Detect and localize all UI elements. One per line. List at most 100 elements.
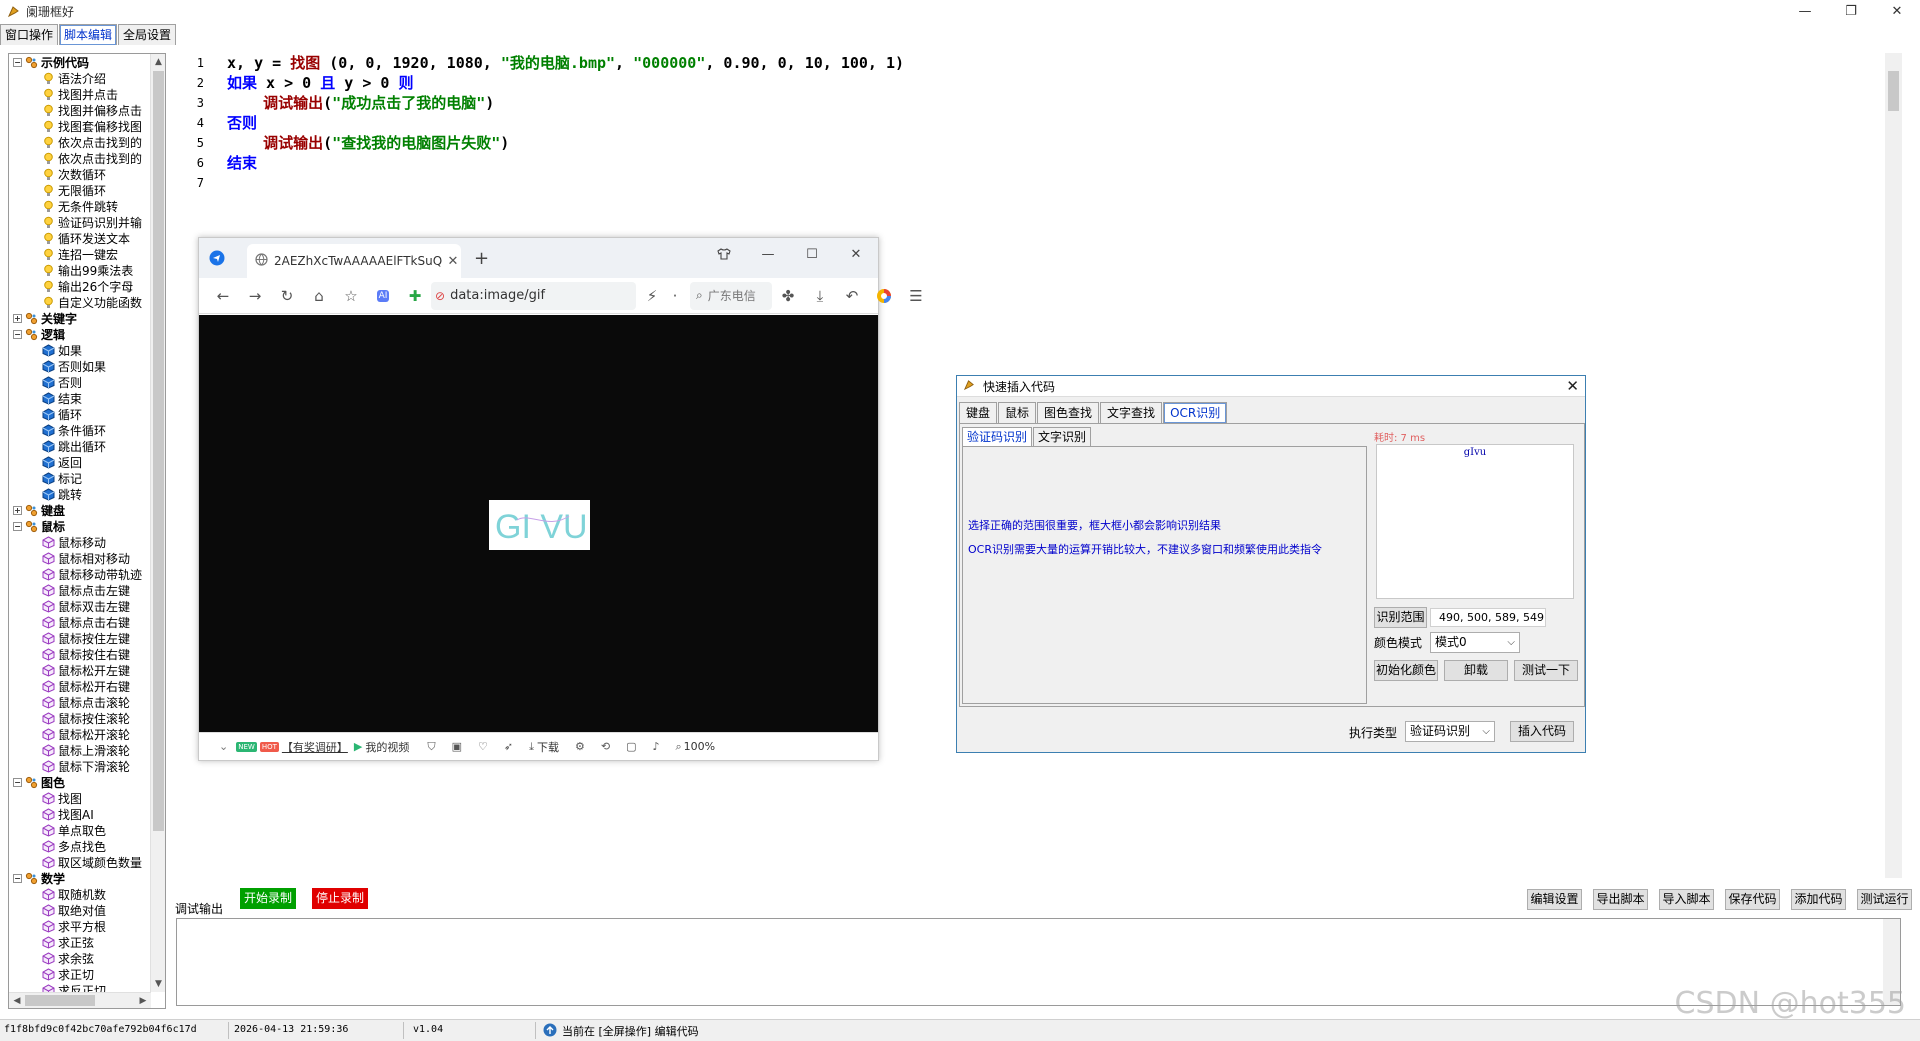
code-line[interactable]: 调试输出("查找我的电脑图片失败") (227, 133, 1877, 153)
tree-item[interactable]: 鼠标按住左键 (9, 630, 151, 646)
bolt-icon[interactable]: ⚡ (636, 282, 668, 310)
tree-category[interactable]: − 逻辑 (9, 326, 151, 342)
tree-vertical-scrollbar[interactable]: ▲ ▼ (150, 54, 165, 992)
unload-button[interactable]: 卸载 (1444, 660, 1508, 681)
collapse-icon[interactable]: − (13, 329, 22, 339)
tree-item[interactable]: 鼠标双击左键 (9, 598, 151, 614)
subtab-text-recognition[interactable]: 文字识别 (1033, 427, 1092, 446)
tab-text-search[interactable]: 文字查找 (1100, 402, 1163, 423)
tree-item[interactable]: 找图 (9, 790, 151, 806)
code-line[interactable] (227, 173, 1877, 193)
tree-item[interactable]: 鼠标点击滚轮 (9, 694, 151, 710)
expand-icon[interactable]: + (13, 313, 22, 323)
browser-shirt-icon[interactable] (702, 238, 746, 270)
tree-item[interactable]: 找图套偏移找图 (9, 118, 151, 134)
export-script-button[interactable]: 导出脚本 (1593, 889, 1648, 910)
tree-item[interactable]: 鼠标松开滚轮 (9, 726, 151, 742)
tab-global-settings[interactable]: 全局设置 (118, 24, 177, 45)
code-line[interactable]: 否则 (227, 113, 1877, 133)
tree-horizontal-scrollbar[interactable]: ◀ ▶ (9, 992, 151, 1008)
chevron-down-icon[interactable]: ⌄ (219, 740, 228, 753)
tree-category[interactable]: − 数学 (9, 870, 151, 886)
tree-hscroll-thumb[interactable] (25, 995, 95, 1006)
tree-item[interactable]: 找图AI (9, 806, 151, 822)
maximize-button[interactable]: ❐ (1828, 0, 1874, 22)
shield-plus-icon[interactable]: ✚ (399, 282, 431, 310)
tree-item[interactable]: 求反正切 (9, 982, 151, 992)
reload-icon[interactable]: ↻ (271, 282, 303, 310)
tree-item[interactable]: 求正切 (9, 966, 151, 982)
tree-item[interactable]: 鼠标下滑滚轮 (9, 758, 151, 774)
tree-category[interactable]: − 示例代码 (9, 54, 151, 70)
code-line[interactable]: 结束 (227, 153, 1877, 173)
tree-item[interactable]: 取随机数 (9, 886, 151, 902)
tree-item[interactable]: 循环发送文本 (9, 230, 151, 246)
tab-mouse[interactable]: 鼠标 (998, 402, 1037, 423)
search-box[interactable]: ⌕ 广东电信 (690, 281, 772, 310)
tree-item[interactable]: 标记 (9, 470, 151, 486)
tree-item[interactable]: 跳转 (9, 486, 151, 502)
home-icon[interactable]: ⌂ (303, 282, 335, 310)
tree-item[interactable]: 验证码识别并输 (9, 214, 151, 230)
window-icon[interactable]: ▢ (626, 740, 636, 753)
tree-item[interactable]: 鼠标松开右键 (9, 678, 151, 694)
start-record-button[interactable]: 开始录制 (240, 888, 296, 909)
subtab-captcha[interactable]: 验证码识别 (962, 427, 1033, 446)
tree-item[interactable]: 循环 (9, 406, 151, 422)
tree-item[interactable]: 鼠标移动带轨迹 (9, 566, 151, 582)
tree-item[interactable]: 鼠标相对移动 (9, 550, 151, 566)
tree-category[interactable]: + 键盘 (9, 502, 151, 518)
tree-item[interactable]: 取区域颜色数量 (9, 854, 151, 870)
tree-item[interactable]: 输出99乘法表 (9, 262, 151, 278)
tree-item[interactable]: 条件循环 (9, 422, 151, 438)
tree-item[interactable]: 求余弦 (9, 950, 151, 966)
tree-item[interactable]: 求正弦 (9, 934, 151, 950)
tree-item[interactable]: 否则如果 (9, 358, 151, 374)
init-color-button[interactable]: 初始化颜色 (1374, 660, 1438, 681)
tree-item[interactable]: 找图并点击 (9, 86, 151, 102)
safe-shield-icon[interactable]: ⛉ (427, 740, 435, 754)
browser-close-button[interactable]: ✕ (834, 238, 878, 270)
stop-record-button[interactable]: 停止录制 (312, 888, 368, 909)
heart-icon[interactable]: ♡ (478, 740, 488, 753)
tree-item[interactable]: 如果 (9, 342, 151, 358)
browser-color-logo-icon[interactable] (868, 282, 900, 310)
favorites-icon[interactable]: ☆ (335, 282, 367, 310)
tab-image-color-search[interactable]: 图色查找 (1037, 402, 1100, 423)
tree-item[interactable]: 鼠标点击左键 (9, 582, 151, 598)
tree-item[interactable]: 语法介绍 (9, 70, 151, 86)
code-line[interactable]: 调试输出("成功点击了我的电脑") (227, 93, 1877, 113)
tab-close-icon[interactable]: ✕ (445, 254, 461, 269)
tree-item[interactable]: 鼠标上滑滚轮 (9, 742, 151, 758)
tab-ocr[interactable]: OCR识别 (1163, 402, 1228, 423)
tree-item[interactable]: 无限循环 (9, 182, 151, 198)
tree-item[interactable]: 鼠标按住滚轮 (9, 710, 151, 726)
tree-category[interactable]: − 鼠标 (9, 518, 151, 534)
download-link[interactable]: 下载 (537, 739, 559, 755)
tree-item[interactable]: 结束 (9, 390, 151, 406)
sync-icon[interactable]: ⟲ (601, 740, 610, 753)
my-video-link[interactable]: 我的视频 (365, 739, 409, 755)
browser-maximize-button[interactable]: ☐ (790, 238, 834, 270)
scroll-right-icon[interactable]: ▶ (135, 993, 151, 1008)
address-bar[interactable]: ⊘ data:image/gif (431, 281, 636, 310)
tree-item[interactable]: 自定义功能函数 (9, 294, 151, 310)
scroll-down-icon[interactable]: ▼ (151, 976, 165, 992)
test-run-button[interactable]: 测试运行 (1857, 889, 1912, 910)
color-mode-select[interactable]: 模式0 ⌵ (1430, 632, 1520, 653)
edit-settings-button[interactable]: 编辑设置 (1527, 889, 1582, 910)
zoom-level[interactable]: 100% (684, 740, 715, 753)
tree-item[interactable]: 鼠标点击右键 (9, 614, 151, 630)
add-code-button[interactable]: 添加代码 (1791, 889, 1846, 910)
collapse-icon[interactable]: − (13, 57, 22, 67)
save-code-button[interactable]: 保存代码 (1725, 889, 1780, 910)
range-field[interactable]: 490, 500, 589, 549 (1430, 608, 1546, 627)
expand-icon[interactable]: + (13, 505, 22, 515)
tree-item[interactable]: 求平方根 (9, 918, 151, 934)
collapse-icon[interactable]: − (13, 873, 22, 883)
collapse-icon[interactable]: − (13, 521, 22, 531)
tab-script-edit[interactable]: 脚本编辑 (59, 24, 118, 45)
collapse-icon[interactable]: − (13, 777, 22, 787)
tree-item[interactable]: 取绝对值 (9, 902, 151, 918)
tree-item[interactable]: 返回 (9, 454, 151, 470)
